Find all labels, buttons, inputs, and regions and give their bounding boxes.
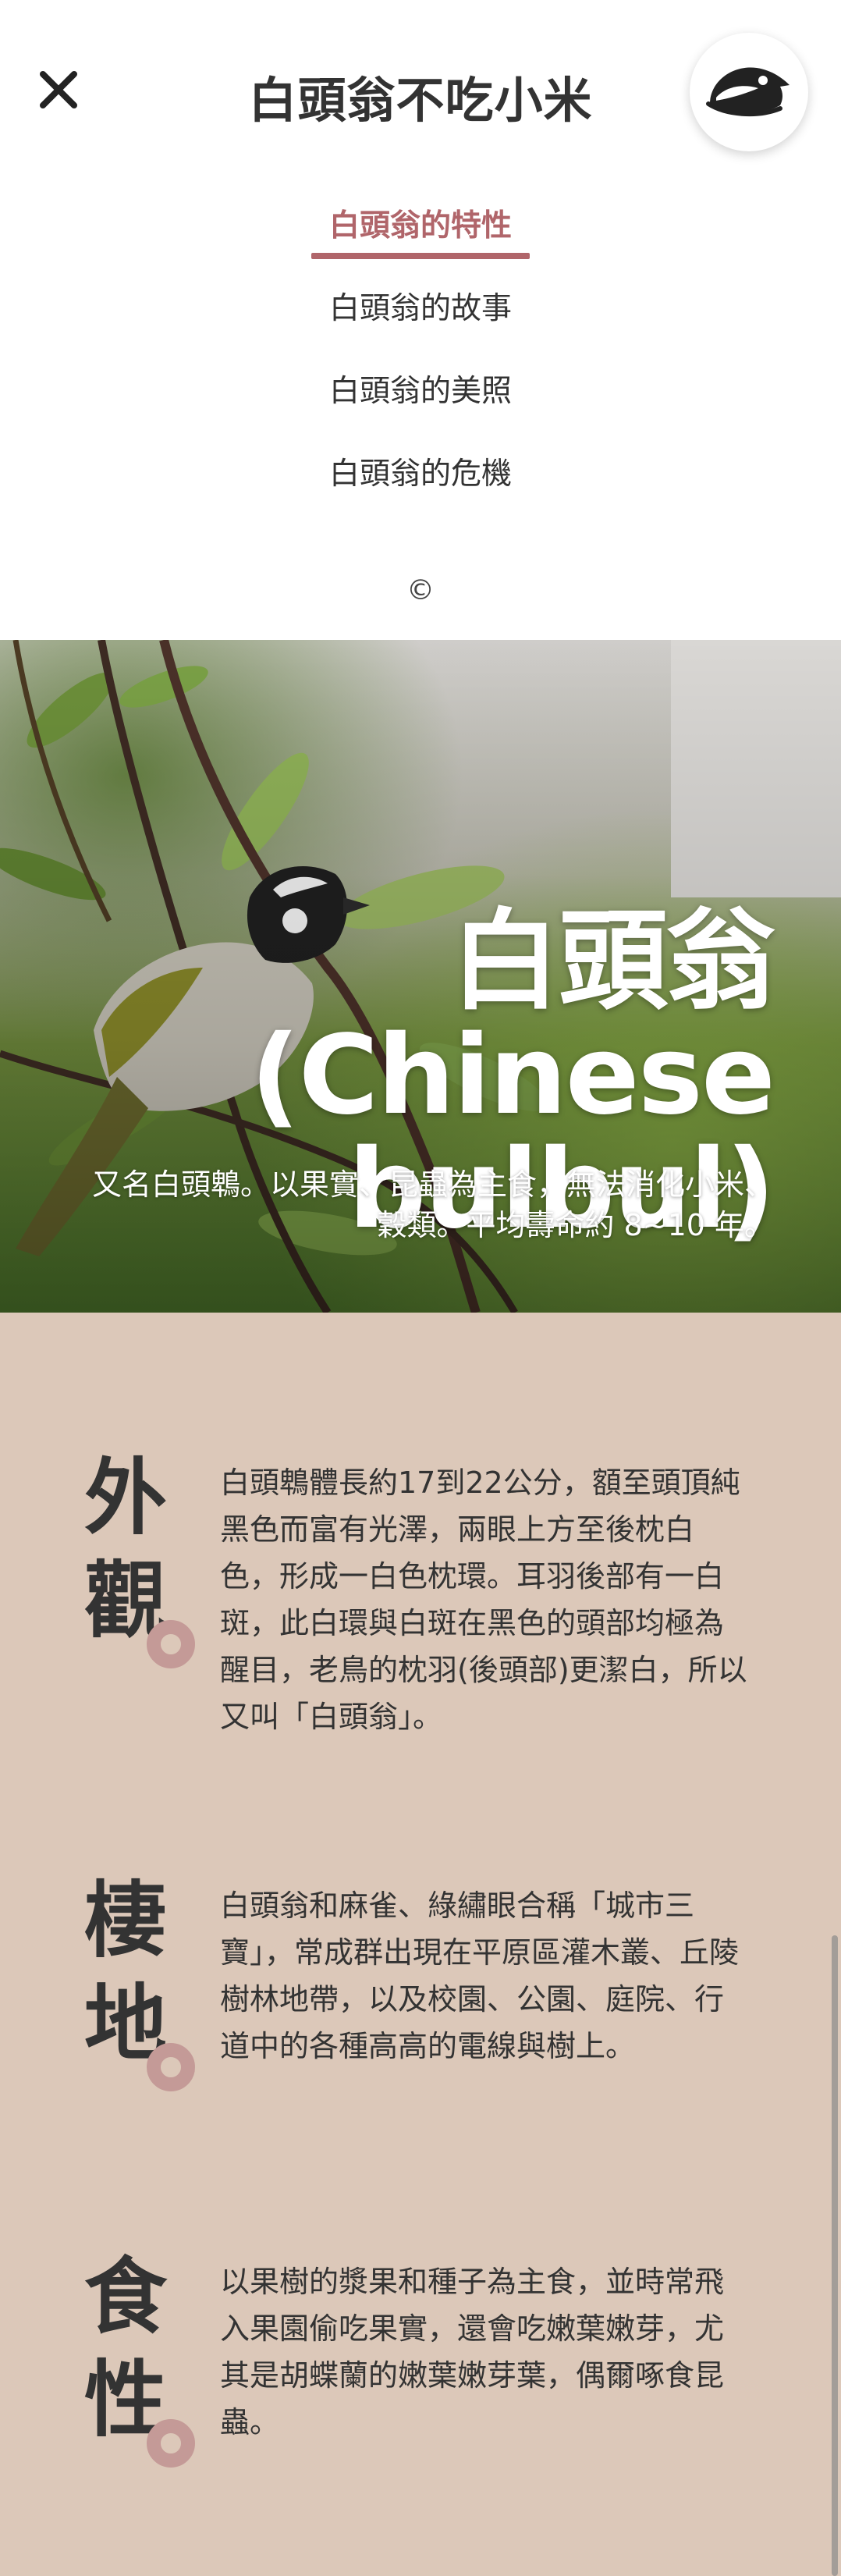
heading-dot-icon	[147, 1620, 195, 1668]
bird-logo-icon	[706, 67, 790, 117]
scrollbar[interactable]	[832, 1935, 838, 2576]
nav-item-crisis[interactable]: 白頭翁的危機	[303, 443, 538, 526]
section-heading: 外 觀	[84, 1447, 195, 1668]
header: 白頭翁不吃小米 白頭翁的特性 白頭翁的故事 白頭翁的美照 白頭翁的危機 ©	[0, 0, 841, 640]
section-heading: 棲 地	[84, 1870, 195, 2091]
hero-subtitle: 又名白頭鵯。以果實、昆蟲為主食，無法消化小米、穀類。平均壽命約 8~10 年。	[91, 1167, 774, 1242]
heading-char: 棲	[84, 1873, 167, 1969]
heading-dot-icon	[147, 2419, 195, 2468]
heading-char: 外	[84, 1450, 167, 1546]
section-nav: 白頭翁的特性 白頭翁的故事 白頭翁的美照 白頭翁的危機	[0, 195, 841, 526]
heading-char: 食	[84, 2249, 167, 2345]
nav-item-traits[interactable]: 白頭翁的特性	[303, 195, 538, 278]
traits-content: 外 觀 白頭鵯體長約17到22公分，額至頭頂純黑色而富有光澤，兩眼上方至後枕白色…	[0, 1313, 841, 2576]
heading-dot-icon	[147, 2043, 195, 2091]
section-body: 白頭鵯體長約17到22公分，額至頭頂純黑色而富有光澤，兩眼上方至後枕白色，形成一…	[220, 1466, 747, 1734]
section-body: 以果樹的漿果和種子為主食，並時常飛入果園偷吃果實，還會吃嫩葉嫩芽，尤其是胡蝶蘭的…	[220, 2265, 725, 2439]
copyright-symbol: ©	[406, 574, 435, 606]
nav-item-story[interactable]: 白頭翁的故事	[303, 278, 538, 361]
section-body: 白頭翁和麻雀、綠繡眼合稱「城市三寶」，常成群出現在平原區灌木叢、丘陵樹林地帶，以…	[220, 1888, 740, 2063]
logo-button[interactable]	[690, 33, 808, 151]
nav-item-photos[interactable]: 白頭翁的美照	[303, 361, 538, 443]
hero-banner: 白頭翁(Chinese bulbul) 又名白頭鵯。以果實、昆蟲為主食，無法消化…	[0, 640, 841, 1313]
section-heading: 食 性	[84, 2246, 195, 2468]
